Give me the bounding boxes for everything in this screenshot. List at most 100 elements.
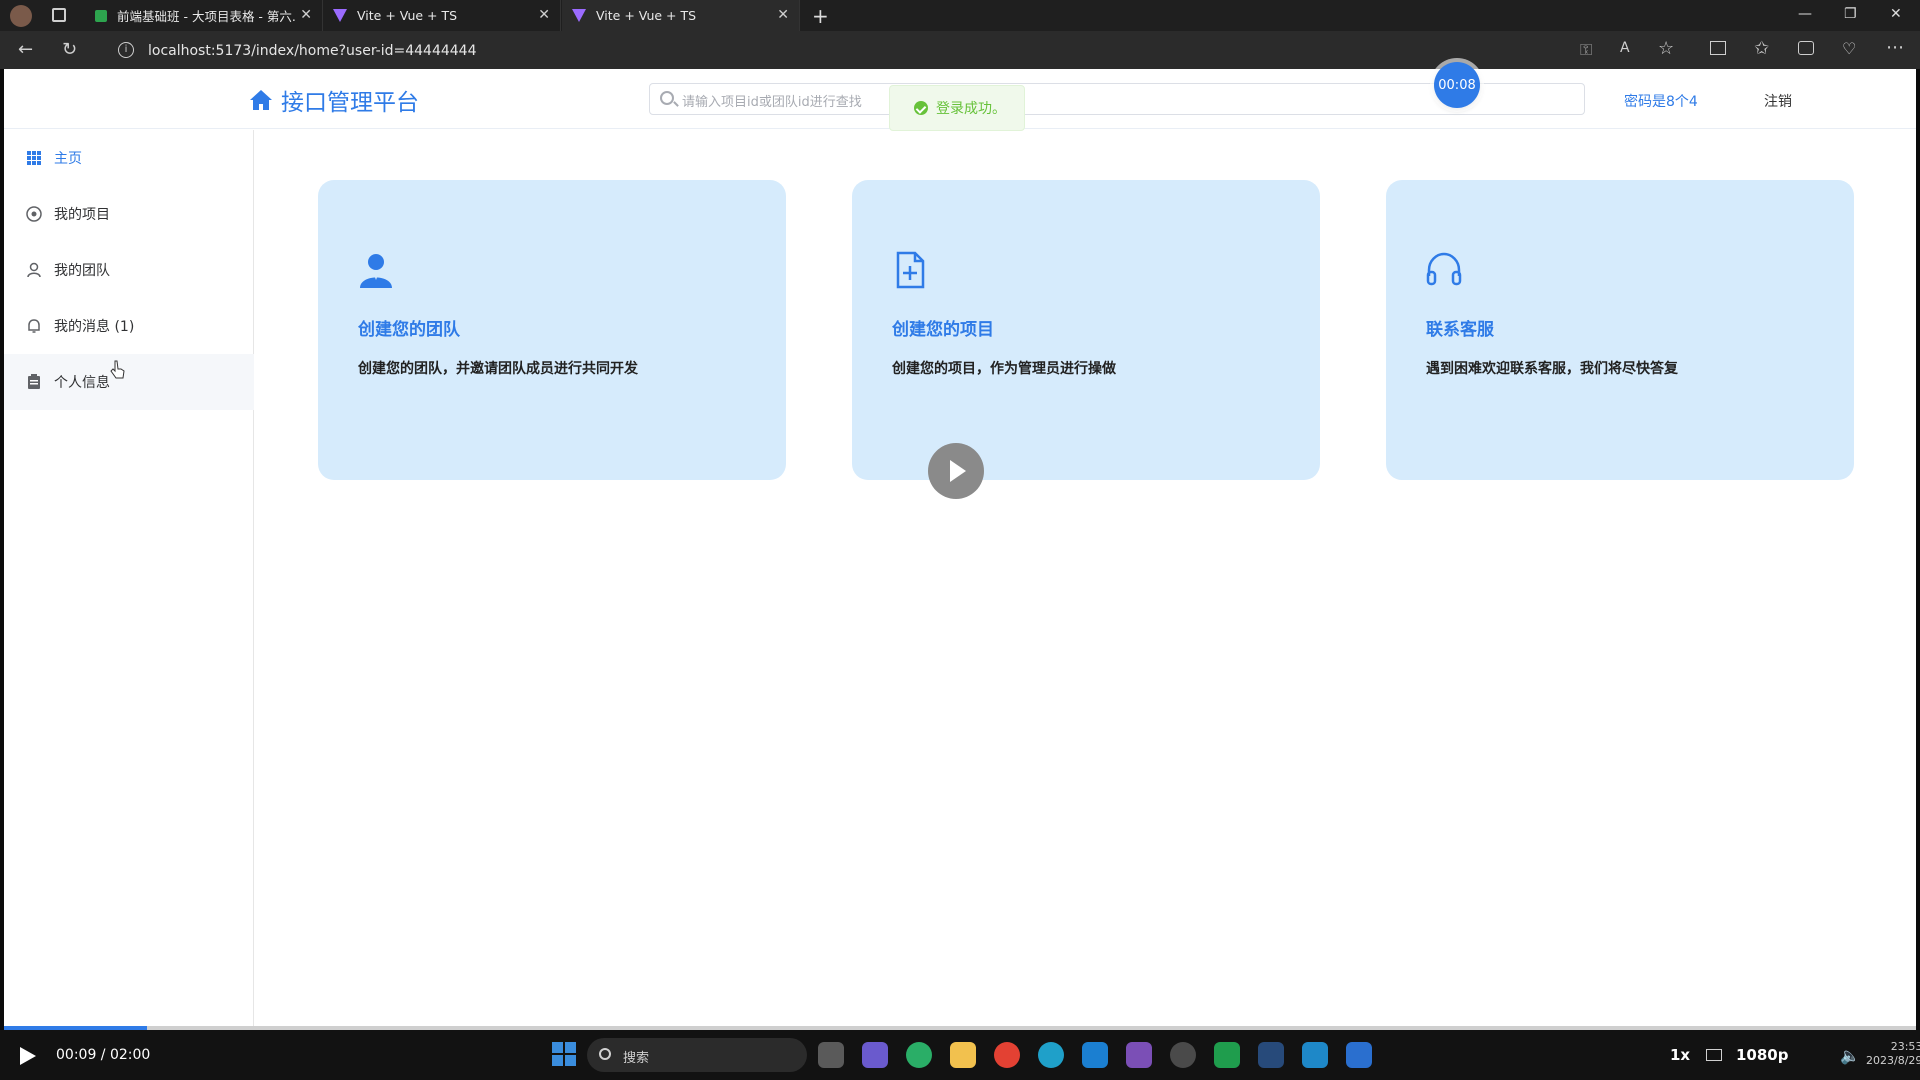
vscode-icon[interactable] — [1082, 1042, 1108, 1068]
brand[interactable]: 接口管理平台 — [249, 83, 419, 117]
split-screen-icon[interactable] — [1710, 41, 1726, 55]
tab-1[interactable]: 前端基础班 - 大项目表格 - 第六... ✕ — [85, 0, 323, 31]
sidebar-item-projects[interactable]: 我的项目 — [4, 186, 254, 242]
hbuilder-icon[interactable] — [1214, 1042, 1240, 1068]
recording-timer[interactable]: 00:08 — [1434, 62, 1480, 108]
home-icon — [250, 90, 272, 110]
bell-icon — [26, 318, 42, 334]
app-icon[interactable] — [1170, 1042, 1196, 1068]
subtitle-icon[interactable] — [1706, 1049, 1722, 1061]
logout-button[interactable]: 注销 — [1764, 91, 1792, 111]
card-title: 创建您的团队 — [358, 320, 460, 340]
video-play-button[interactable] — [928, 443, 984, 499]
clipboard-icon — [26, 374, 42, 390]
create-team-card[interactable]: 创建您的团队 创建您的团队，并邀请团队成员进行共同开发 — [318, 180, 786, 480]
tab-title: 前端基础班 - 大项目表格 - 第六... — [117, 9, 297, 24]
vite-icon — [333, 9, 347, 22]
sidebar: 主页 我的项目 我的团队 我的消息 (1) 个人信息 — [4, 130, 254, 1030]
create-project-card[interactable]: 创建您的项目 创建您的项目，作为管理员进行操做 — [852, 180, 1320, 480]
card-description: 创建您的项目，作为管理员进行操做 — [892, 361, 1116, 377]
success-toast: 登录成功。 — [889, 85, 1025, 131]
extensions-icon[interactable]: ♡ — [1842, 39, 1856, 58]
close-icon[interactable]: ✕ — [777, 7, 789, 23]
url-text[interactable]: localhost:5173/index/home?user-id=444444… — [148, 43, 477, 59]
video-quality[interactable]: 1080p — [1736, 1046, 1789, 1064]
playback-speed[interactable]: 1x — [1670, 1046, 1690, 1064]
tab-title: Vite + Vue + TS — [357, 8, 458, 23]
key-icon[interactable]: ⚿ — [1580, 40, 1592, 60]
spreadsheet-icon — [95, 9, 107, 22]
restore-button[interactable]: ❐ — [1844, 6, 1857, 22]
search-icon — [660, 91, 674, 105]
hand-cursor-icon — [110, 360, 125, 379]
search-placeholder: 请输入项目id或团队id进行查找 — [682, 95, 862, 110]
sidebar-item-teams[interactable]: 我的团队 — [4, 242, 254, 298]
task-view-icon[interactable] — [818, 1042, 844, 1068]
sidebar-item-label: 我的团队 — [54, 263, 110, 279]
meet-icon[interactable] — [862, 1042, 888, 1068]
file-explorer-icon[interactable] — [950, 1042, 976, 1068]
taskbar-search-label: 搜索 — [623, 1051, 650, 1066]
app-icon[interactable] — [1346, 1042, 1372, 1068]
check-circle-icon — [914, 101, 928, 115]
tab-actions-icon[interactable] — [52, 8, 66, 22]
browser-tab-bar: 前端基础班 - 大项目表格 - 第六... ✕ Vite + Vue + TS … — [0, 0, 1920, 31]
card-title: 联系客服 — [1426, 320, 1494, 340]
app-icon[interactable] — [1258, 1042, 1284, 1068]
video-time: 00:09 / 02:00 — [56, 1047, 151, 1063]
remote-desktop-icon[interactable] — [1302, 1042, 1328, 1068]
tab-title: Vite + Vue + TS — [596, 8, 697, 23]
password-hint-link[interactable]: 密码是8个4 — [1624, 91, 1698, 111]
visual-studio-icon[interactable] — [1126, 1042, 1152, 1068]
collections-icon[interactable] — [1798, 41, 1814, 55]
sidebar-item-label: 我的项目 — [54, 207, 110, 223]
vite-icon — [572, 9, 586, 22]
page: 接口管理平台 请输入项目id或团队id进行查找 密码是8个4 注销 主页 我的项… — [4, 69, 1916, 1030]
taskbar-clock: 23:53 2023/8/29 — [1866, 1040, 1920, 1068]
address-bar: ← ↻ i localhost:5173/index/home?user-id=… — [0, 31, 1920, 69]
minimize-button[interactable]: — — [1798, 6, 1812, 22]
new-tab-button[interactable]: + — [812, 4, 829, 28]
close-icon[interactable]: ✕ — [300, 7, 312, 23]
close-icon[interactable]: ✕ — [538, 7, 550, 23]
info-icon[interactable]: i — [118, 42, 134, 58]
play-icon[interactable] — [20, 1047, 36, 1065]
window-close-button[interactable]: ✕ — [1890, 6, 1902, 22]
sidebar-item-profile[interactable]: 个人信息 — [4, 354, 254, 410]
sidebar-item-label: 个人信息 — [54, 375, 110, 391]
user-icon — [360, 254, 392, 288]
clock-date: 2023/8/29 — [1866, 1054, 1920, 1067]
sidebar-item-home[interactable]: 主页 — [4, 130, 254, 186]
search-icon — [599, 1048, 611, 1060]
wechat-icon[interactable] — [906, 1042, 932, 1068]
grid-icon — [26, 150, 42, 166]
back-button[interactable]: ← — [18, 39, 33, 60]
favorites-list-icon[interactable]: ✩ — [1754, 38, 1769, 59]
user-icon — [26, 262, 42, 278]
windows-start-icon[interactable] — [552, 1042, 578, 1068]
sidebar-item-label: 我的消息 (1) — [54, 319, 135, 335]
card-description: 遇到困难欢迎联系客服，我们将尽快答复 — [1426, 361, 1678, 377]
headset-icon — [1426, 252, 1462, 286]
refresh-button[interactable]: ↻ — [62, 39, 77, 60]
document-add-icon — [896, 251, 925, 289]
sidebar-item-label: 主页 — [54, 151, 82, 167]
card-title: 创建您的项目 — [892, 320, 994, 340]
volume-icon[interactable]: 🔈 — [1840, 1046, 1860, 1065]
taskbar-search[interactable]: 搜索 — [587, 1038, 807, 1072]
toast-message: 登录成功。 — [936, 101, 1006, 117]
card-description: 创建您的团队，并邀请团队成员进行共同开发 — [358, 361, 638, 377]
contact-support-card[interactable]: 联系客服 遇到困难欢迎联系客服，我们将尽快答复 — [1386, 180, 1854, 480]
chrome-icon — [26, 206, 42, 222]
brand-title: 接口管理平台 — [281, 90, 419, 116]
read-aloud-icon[interactable]: A — [1620, 40, 1630, 56]
profile-avatar[interactable] — [10, 5, 32, 27]
tab-3[interactable]: Vite + Vue + TS ✕ — [562, 0, 800, 31]
favorite-icon[interactable]: ☆ — [1658, 38, 1674, 59]
sidebar-item-messages[interactable]: 我的消息 (1) — [4, 298, 254, 354]
clock-time: 23:53 — [1890, 1040, 1920, 1053]
edge-icon[interactable] — [1038, 1042, 1064, 1068]
more-menu-icon[interactable]: ⋯ — [1886, 37, 1904, 58]
tab-2[interactable]: Vite + Vue + TS ✕ — [323, 0, 561, 31]
chrome-icon[interactable] — [994, 1042, 1020, 1068]
